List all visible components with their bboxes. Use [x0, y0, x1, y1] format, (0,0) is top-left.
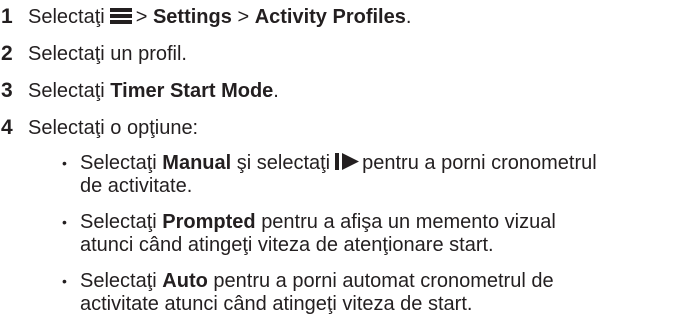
step-text: Selectaţi Timer Start Mode. [28, 78, 279, 104]
step-pre-text: Selectaţi [28, 80, 105, 102]
start-stop-icon [335, 153, 360, 170]
option-pre-text: Selectaţi [80, 152, 157, 174]
option-line2: activitate atunci când atingeţi viteza d… [80, 293, 473, 315]
step-number: 4 [1, 116, 13, 139]
option-pre-text: Selectaţi [80, 270, 157, 292]
separator: > [237, 6, 250, 28]
option-line2: de activitate. [80, 175, 193, 197]
step-end-punct: . [273, 80, 279, 102]
menu-icon [109, 8, 132, 24]
option-line1-end: pentru a porni cronometrul [362, 152, 597, 174]
option-mid-text: şi selectaţi [236, 152, 331, 174]
menu-item-activity-profiles: Activity Profiles [254, 6, 406, 28]
step-end-punct: . [405, 6, 412, 28]
option-text: Selectaţi Prompted pentru a afişa un mem… [80, 211, 698, 257]
step-number: 3 [1, 79, 13, 102]
option-text: Selectaţi Manual şi selectaţi pentru a po… [80, 152, 698, 198]
menu-item-settings: Settings [152, 6, 232, 28]
option-auto-label: Auto [162, 270, 208, 292]
option-prompted-label: Prompted [162, 211, 256, 233]
separator: > [135, 6, 148, 28]
option-pre-text: Selectaţi [80, 211, 157, 233]
bullet: • [62, 155, 67, 171]
step-number: 1 [1, 5, 13, 28]
option-line2: atunci când atingeţi viteza de atenţiona… [80, 234, 494, 256]
step-pre-text: Selectaţi [28, 6, 105, 28]
option-line1-end: pentru a afişa un memento vizual [261, 211, 556, 233]
option-manual-label: Manual [162, 152, 232, 174]
step-number: 2 [1, 42, 13, 65]
bullet: • [62, 273, 67, 289]
menu-item-timer-start-mode: Timer Start Mode [110, 80, 274, 102]
instruction-document: 1 Selectaţi > Settings > Activity Profile… [0, 0, 698, 322]
option-text: Selectaţi Auto pentru a porni automat cr… [80, 270, 698, 316]
step-text: Selectaţi un profil. [28, 43, 187, 65]
bullet: • [62, 214, 67, 230]
step-text: Selectaţi o opţiune: [28, 117, 199, 139]
step-text: Selectaţi > Settings > Activity Profiles. [28, 4, 411, 30]
option-line1-end: pentru a porni automat cronometrul de [213, 270, 554, 292]
